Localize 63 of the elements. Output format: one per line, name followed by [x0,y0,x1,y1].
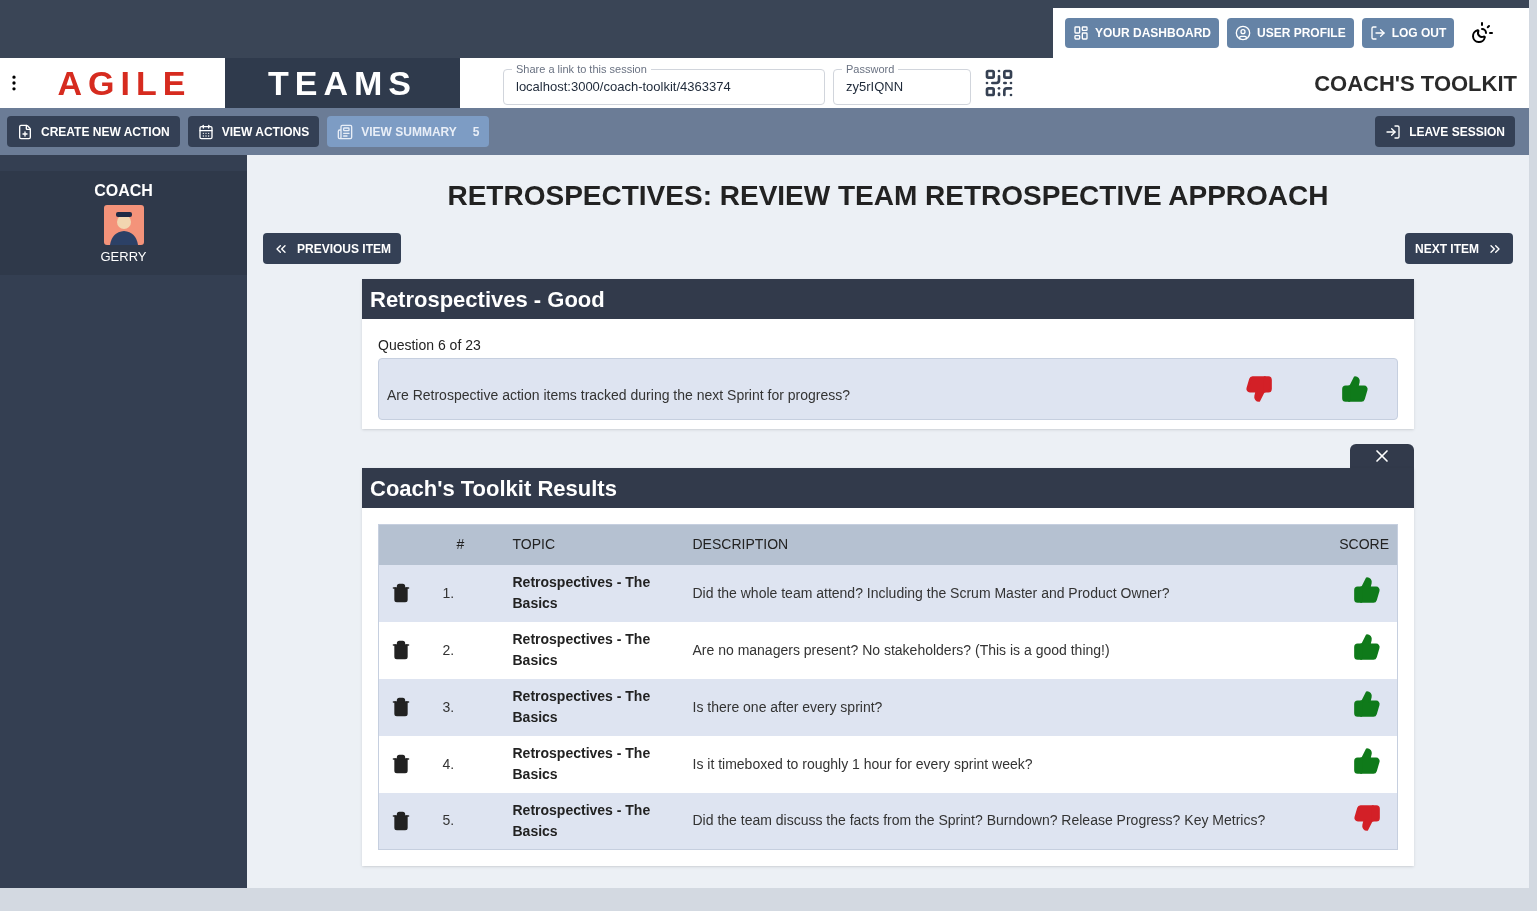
delete-icon[interactable] [391,810,411,831]
coach-role: COACH [94,181,153,202]
table-cell: 4. [442,735,513,793]
page-title: COACH'S TOOLKIT [1314,69,1517,98]
table-cell: Are no managers present? No stakeholders? (This is a good thing!) [692,621,1308,679]
table-cell: Is it timeboxed to roughly 1 hour for every sprint week? [692,735,1308,793]
summary-icon [337,123,354,140]
exit-icon [1385,123,1402,140]
delete-icon[interactable] [391,583,411,603]
card-header: Retrospectives - Good [362,279,1414,319]
logo-left: AGILE [56,63,193,104]
theme-toggle-icon[interactable] [1470,21,1495,45]
delete-icon[interactable] [391,697,411,717]
table-cell: Retrospectives - The Basics [512,792,693,850]
table-cell: Did the team discuss the facts from the Sprint? Burndown? Release Progress? Key Metrics? [692,792,1308,850]
table-cell: 1. [442,564,513,622]
coach-name: GERRY [100,248,147,267]
table-cell: 2. [442,621,513,679]
table-cell: 5. [442,792,513,850]
thumbs-down-button[interactable] [1245,375,1273,403]
column-header: TOPIC [512,524,693,565]
table-cell: Did the whole team attend? Including the Scrum Master and Product Owner? [692,564,1308,622]
header-button[interactable]: USER PROFILE [1227,18,1354,48]
table-cell: Retrospectives - The Basics [512,564,693,622]
thumbs-up-icon [1353,690,1381,718]
column-header: SCORE [1307,524,1398,565]
thumbs-down-icon [1245,375,1273,403]
table-cell: 3. [442,678,513,736]
header-button[interactable]: LOG OUT [1361,18,1455,48]
next-item-button[interactable]: NEXT ITEM [1405,233,1513,264]
logo-right: TEAMS [225,58,460,108]
leave-session-button[interactable]: LEAVE SESSION [1375,116,1515,147]
previous-item-button[interactable]: PREVIOUS ITEM [263,233,401,264]
toolbar-button[interactable]: VIEW ACTIONS [187,116,320,147]
toolbar-button[interactable]: CREATE NEW ACTION [7,116,180,147]
thumbs-up-icon [1341,375,1369,403]
column-header: DESCRIPTION [692,524,1308,565]
qr-code-icon[interactable] [983,67,1015,99]
question-counter: Question 6 of 23 [378,336,482,355]
profile-icon [1235,25,1251,41]
question-text: Are Retrospective action items tracked during the next Sprint for progress? [387,385,851,405]
section-heading: RETROSPECTIVES: REVIEW TEAM RETROSPECTIVE APPROACH [446,179,1330,213]
thumbs-up-icon [1353,747,1381,775]
thumbs-up-icon [1353,576,1381,604]
actions-icon [197,123,214,140]
column-header: # [442,524,513,565]
delete-icon[interactable] [391,640,411,660]
header-button[interactable]: YOUR DASHBOARD [1065,18,1219,48]
logout-icon [1369,25,1386,41]
table-cell: Is there one after every sprint? [692,678,1308,736]
thumbs-up-icon [1353,633,1381,661]
table-cell: Retrospectives - The Basics [512,735,693,793]
card-header: Coach's Toolkit Results [362,468,1414,508]
thumbs-up-button[interactable] [1341,375,1369,403]
table-cell: Retrospectives - The Basics [512,621,693,679]
count-label: 5 [472,123,480,141]
close-button[interactable] [1350,444,1414,468]
avatar-icon [103,205,144,246]
create-icon [17,123,33,140]
thumbs-down-icon [1353,803,1381,832]
dashboard-icon [1073,25,1089,41]
delete-icon[interactable] [391,754,411,774]
table-cell: Retrospectives - The Basics [512,678,693,736]
